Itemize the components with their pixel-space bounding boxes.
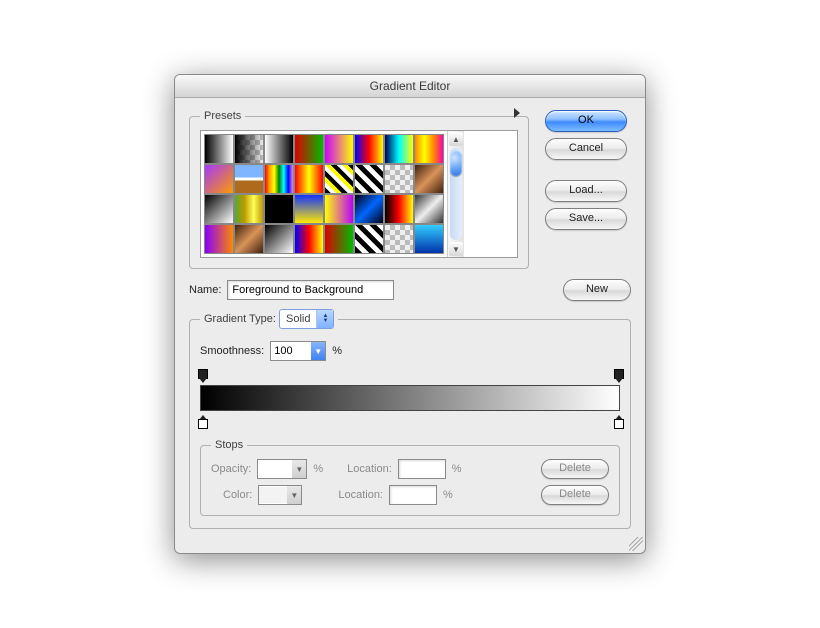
gradient-type-row: Gradient Type: Solid ▲▼ [200, 309, 338, 329]
preset-swatch[interactable] [264, 134, 294, 164]
preset-swatch[interactable] [294, 164, 324, 194]
ok-button[interactable]: OK [545, 110, 627, 132]
preset-swatch[interactable] [384, 134, 414, 164]
presets-legend: Presets [200, 110, 245, 122]
smoothness-label: Smoothness: [200, 345, 264, 357]
opacity-stop-left[interactable] [197, 369, 207, 379]
opacity-label: Opacity: [211, 463, 251, 475]
preset-swatch[interactable] [324, 134, 354, 164]
gradient-type-label: Gradient Type: [204, 313, 276, 325]
smoothness-value[interactable] [271, 343, 311, 359]
color-label: Color: [223, 489, 252, 501]
preset-swatch[interactable] [354, 224, 384, 254]
delete-opacity-stop-button[interactable]: Delete [541, 459, 609, 479]
preset-swatch[interactable] [204, 164, 234, 194]
preset-swatch[interactable] [264, 194, 294, 224]
save-button[interactable]: Save... [545, 208, 627, 230]
load-button[interactable]: Load... [545, 180, 627, 202]
gradient-type-select[interactable]: Solid ▲▼ [279, 309, 334, 329]
color-swatch-input[interactable]: ▼ [258, 485, 302, 505]
preset-swatch[interactable] [414, 134, 444, 164]
smoothness-unit: % [332, 345, 342, 357]
preset-swatch[interactable] [294, 224, 324, 254]
color-stop-left[interactable] [197, 419, 207, 429]
location-label: Location: [338, 489, 383, 501]
dropdown-icon[interactable]: ▼ [287, 486, 301, 504]
scroll-up-icon[interactable]: ▲ [449, 132, 463, 146]
preset-swatch[interactable] [354, 134, 384, 164]
opacity-stop-right[interactable] [613, 369, 623, 379]
preset-swatch[interactable] [264, 164, 294, 194]
dropdown-icon[interactable]: ▼ [311, 342, 325, 360]
preset-swatch[interactable] [234, 194, 264, 224]
presets-list: ▲ ▼ [200, 130, 518, 258]
preset-swatch[interactable] [234, 164, 264, 194]
preset-swatch[interactable] [414, 224, 444, 254]
preset-swatch[interactable] [354, 164, 384, 194]
preset-swatch[interactable] [294, 134, 324, 164]
presets-scrollbar[interactable]: ▲ ▼ [447, 131, 464, 257]
location-label: Location: [347, 463, 392, 475]
unit: % [452, 463, 462, 475]
scroll-track[interactable] [450, 148, 462, 240]
stops-legend: Stops [211, 439, 247, 451]
cancel-button[interactable]: Cancel [545, 138, 627, 160]
unit: % [443, 489, 453, 501]
presets-flyout-icon[interactable] [514, 108, 520, 118]
preset-swatch[interactable] [414, 194, 444, 224]
preset-swatch[interactable] [204, 134, 234, 164]
name-input[interactable] [227, 280, 394, 300]
smoothness-input[interactable]: ▼ [270, 341, 326, 361]
preset-swatch[interactable] [384, 194, 414, 224]
preset-swatch[interactable] [414, 164, 444, 194]
delete-color-stop-button[interactable]: Delete [541, 485, 609, 505]
preset-swatch[interactable] [324, 194, 354, 224]
preset-swatch[interactable] [384, 224, 414, 254]
preset-swatch[interactable] [384, 164, 414, 194]
gradient-settings-group: Gradient Type: Solid ▲▼ Smoothness: ▼ % [189, 309, 631, 529]
window-content: Presets [175, 98, 645, 553]
preset-swatch[interactable] [324, 224, 354, 254]
preset-swatch[interactable] [264, 224, 294, 254]
gradient-ramp[interactable] [200, 369, 620, 429]
new-button[interactable]: New [563, 279, 631, 301]
gradient-bar[interactable] [200, 385, 620, 411]
preset-swatch[interactable] [294, 194, 324, 224]
gradient-type-value: Solid [280, 313, 316, 325]
preset-swatch[interactable] [324, 164, 354, 194]
preset-swatch[interactable] [234, 134, 264, 164]
preset-swatch[interactable] [204, 224, 234, 254]
resize-grip-icon[interactable] [629, 537, 643, 551]
preset-swatch[interactable] [204, 194, 234, 224]
gradient-editor-window: Gradient Editor Presets [174, 74, 646, 554]
dropdown-icon[interactable]: ▼ [292, 460, 306, 478]
scroll-down-icon[interactable]: ▼ [449, 242, 463, 256]
color-stop-right[interactable] [613, 419, 623, 429]
preset-swatch[interactable] [354, 194, 384, 224]
opacity-input[interactable]: ▼ [257, 459, 307, 479]
stops-group: Stops Opacity: ▼ % Location: % Delete [200, 439, 620, 516]
opacity-location-input[interactable] [398, 459, 446, 479]
unit: % [313, 463, 323, 475]
color-location-input[interactable] [389, 485, 437, 505]
name-label: Name: [189, 284, 221, 296]
window-title: Gradient Editor [175, 75, 645, 98]
scroll-thumb[interactable] [450, 150, 462, 176]
presets-group: Presets [189, 110, 529, 269]
preset-swatch[interactable] [234, 224, 264, 254]
updown-icon: ▲▼ [316, 310, 333, 328]
